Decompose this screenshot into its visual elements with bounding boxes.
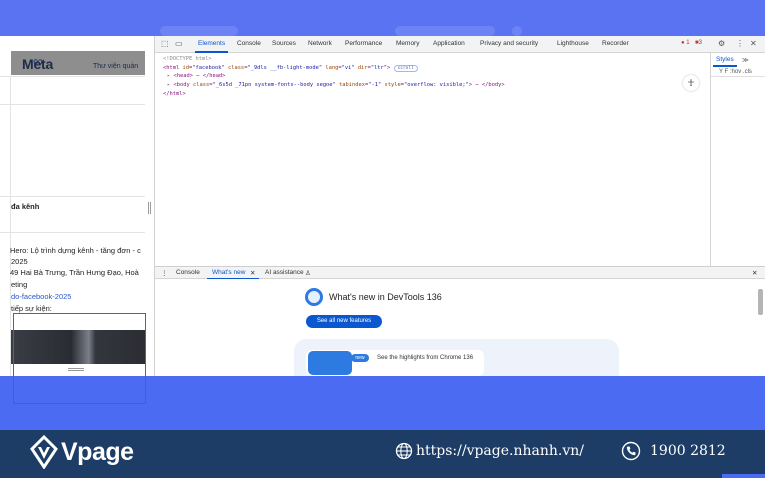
hotline-number[interactable]: 1900 2812 (650, 443, 726, 459)
attr-name: lang (325, 65, 339, 71)
gear-icon[interactable]: ⚙ (718, 39, 725, 48)
styles-filter-input[interactable]: Y F :hov .cls (711, 67, 765, 77)
event-live-label: tiếp sự kiện: (11, 304, 52, 313)
warning-count-badge[interactable]: ■3 (695, 40, 702, 46)
drawer-tab-console[interactable]: Console (176, 269, 200, 276)
tab-console[interactable]: Console (237, 40, 261, 47)
dom-doctype: <!DOCTYPE html> (163, 56, 212, 62)
attr-name: tabindex (339, 82, 366, 88)
brand-name: Vpage (61, 438, 134, 466)
meta-subtitle: Thư viện quản (93, 63, 139, 70)
attr-value: "-1" (368, 82, 382, 88)
devtools-tab-bar: ⬚ ▭ Elements Console Sources Network Per… (155, 36, 765, 53)
attr-value: "_6s5d _71pn system-fonts--body segoe" (212, 82, 336, 88)
attr-name: id (182, 65, 189, 71)
drawer-more-icon[interactable]: ⋮ (161, 269, 168, 277)
close-icon[interactable]: ✕ (752, 269, 757, 277)
html-open-tag: <html (163, 65, 180, 71)
styles-more-icon[interactable]: ≫ (742, 56, 749, 64)
chrome-devtools-logo-icon (305, 288, 323, 306)
event-year: 2025 (11, 257, 28, 266)
page-scroll-handle[interactable] (148, 202, 151, 214)
tab-recorder[interactable]: Recorder (602, 40, 629, 47)
divider (0, 104, 145, 105)
tab-network[interactable]: Network (308, 40, 332, 47)
inspect-element-icon[interactable]: ⬚ (161, 39, 169, 48)
highlight-box (13, 313, 146, 404)
devtools-panel: ⬚ ▭ Elements Console Sources Network Per… (155, 36, 765, 376)
tab-lighthouse[interactable]: Lighthouse (557, 40, 589, 47)
attr-name: class (227, 65, 245, 71)
error-count-badge[interactable]: ● 1 (681, 40, 690, 46)
attr-value: "facebook" (192, 65, 225, 71)
attr-value: "ltr" (370, 65, 388, 71)
globe-icon (395, 442, 413, 460)
attr-name: style (384, 82, 401, 88)
tab-application[interactable]: Application (433, 40, 465, 47)
new-badge: new (351, 354, 369, 362)
scroll-chip[interactable]: scroll (393, 65, 418, 72)
event-title: Hero: Lộ trình dựng kênh - tăng đơn - c (10, 246, 141, 255)
see-all-features-button[interactable]: See all new features (306, 315, 382, 328)
drawer-scrollbar[interactable] (758, 289, 763, 315)
ai-flask-icon: ♙ (305, 270, 311, 277)
top-pill (160, 26, 238, 36)
top-pill (395, 26, 495, 36)
styles-pane: Styles ≫ Y F :hov .cls (710, 53, 765, 266)
divider (0, 232, 145, 233)
top-band (0, 0, 765, 36)
body-open-tag: <body (173, 82, 190, 88)
dom-html-node[interactable]: <html id="facebook" class="_9dls __fb-li… (163, 65, 418, 72)
more-vertical-icon[interactable]: ⋮ (736, 39, 744, 48)
tab-elements[interactable]: Elements (198, 40, 225, 47)
drawer-tab-bar: ⋮ Console What's new ✕ AI assistance ♙ ✕ (155, 266, 765, 280)
dom-tree: <!DOCTYPE html> <html id="facebook" clas… (155, 53, 710, 266)
divider (0, 76, 145, 77)
attr-name: dir (357, 65, 368, 71)
warning-count: 3 (698, 40, 702, 46)
meta-logo-text: Meta (22, 56, 54, 72)
event-type: eting (11, 280, 28, 289)
highlight-thumbnail (308, 351, 352, 375)
error-count: 1 (686, 40, 690, 46)
tab-performance[interactable]: Performance (345, 40, 382, 47)
website-link[interactable]: https://vpage.nhanh.vn/ (416, 443, 584, 459)
dom-html-close: </html> (163, 91, 186, 97)
tab-privacy[interactable]: Privacy and security (480, 40, 538, 47)
tab-sources[interactable]: Sources (272, 40, 296, 47)
whats-new-title: What's new in DevTools 136 (329, 292, 442, 302)
highlight-text[interactable]: See the highlights from Chrome 136 (377, 355, 473, 361)
attr-value: "vi" (341, 65, 355, 71)
attr-value: "overflow: visible;" (403, 82, 469, 88)
divider (0, 196, 145, 197)
phone-icon (621, 441, 641, 461)
drawer-tab-whats-new[interactable]: What's new (212, 269, 245, 276)
event-address: 49 Hai Bà Trưng, Trần Hưng Đạo, Hoà (10, 268, 139, 277)
tab-styles[interactable]: Styles (716, 56, 734, 63)
event-link[interactable]: do-facebook-2025 (11, 292, 71, 301)
attr-value: "_9dls __fb-light-mode" (247, 65, 323, 71)
device-toggle-icon[interactable]: ▭ (175, 39, 183, 48)
dom-head-node[interactable]: ▸ <head> ⋯ </head> (167, 73, 225, 79)
dom-body-node[interactable]: ▸ <body class="_6s5d _71pn system-fonts-… (167, 82, 505, 88)
top-pill (512, 26, 522, 36)
body-close-tag: > ⋯ </body> (468, 82, 505, 88)
drawer-tab-ai-assistance[interactable]: AI assistance (265, 269, 304, 276)
tab-memory[interactable]: Memory (396, 40, 419, 47)
close-icon[interactable]: ✕ (750, 39, 757, 48)
page-heading: đa kênh (11, 202, 40, 211)
vpage-logo-icon (30, 435, 58, 469)
accessibility-icon[interactable]: ☥ (683, 75, 699, 91)
attr-name: class (192, 82, 210, 88)
drawer-tab-close-icon[interactable]: ✕ (250, 269, 255, 277)
footer-strip (722, 474, 765, 478)
head-tag: <head> ⋯ </head> (173, 73, 226, 79)
whats-new-panel: What's new in DevTools 136 See all new f… (155, 279, 765, 376)
